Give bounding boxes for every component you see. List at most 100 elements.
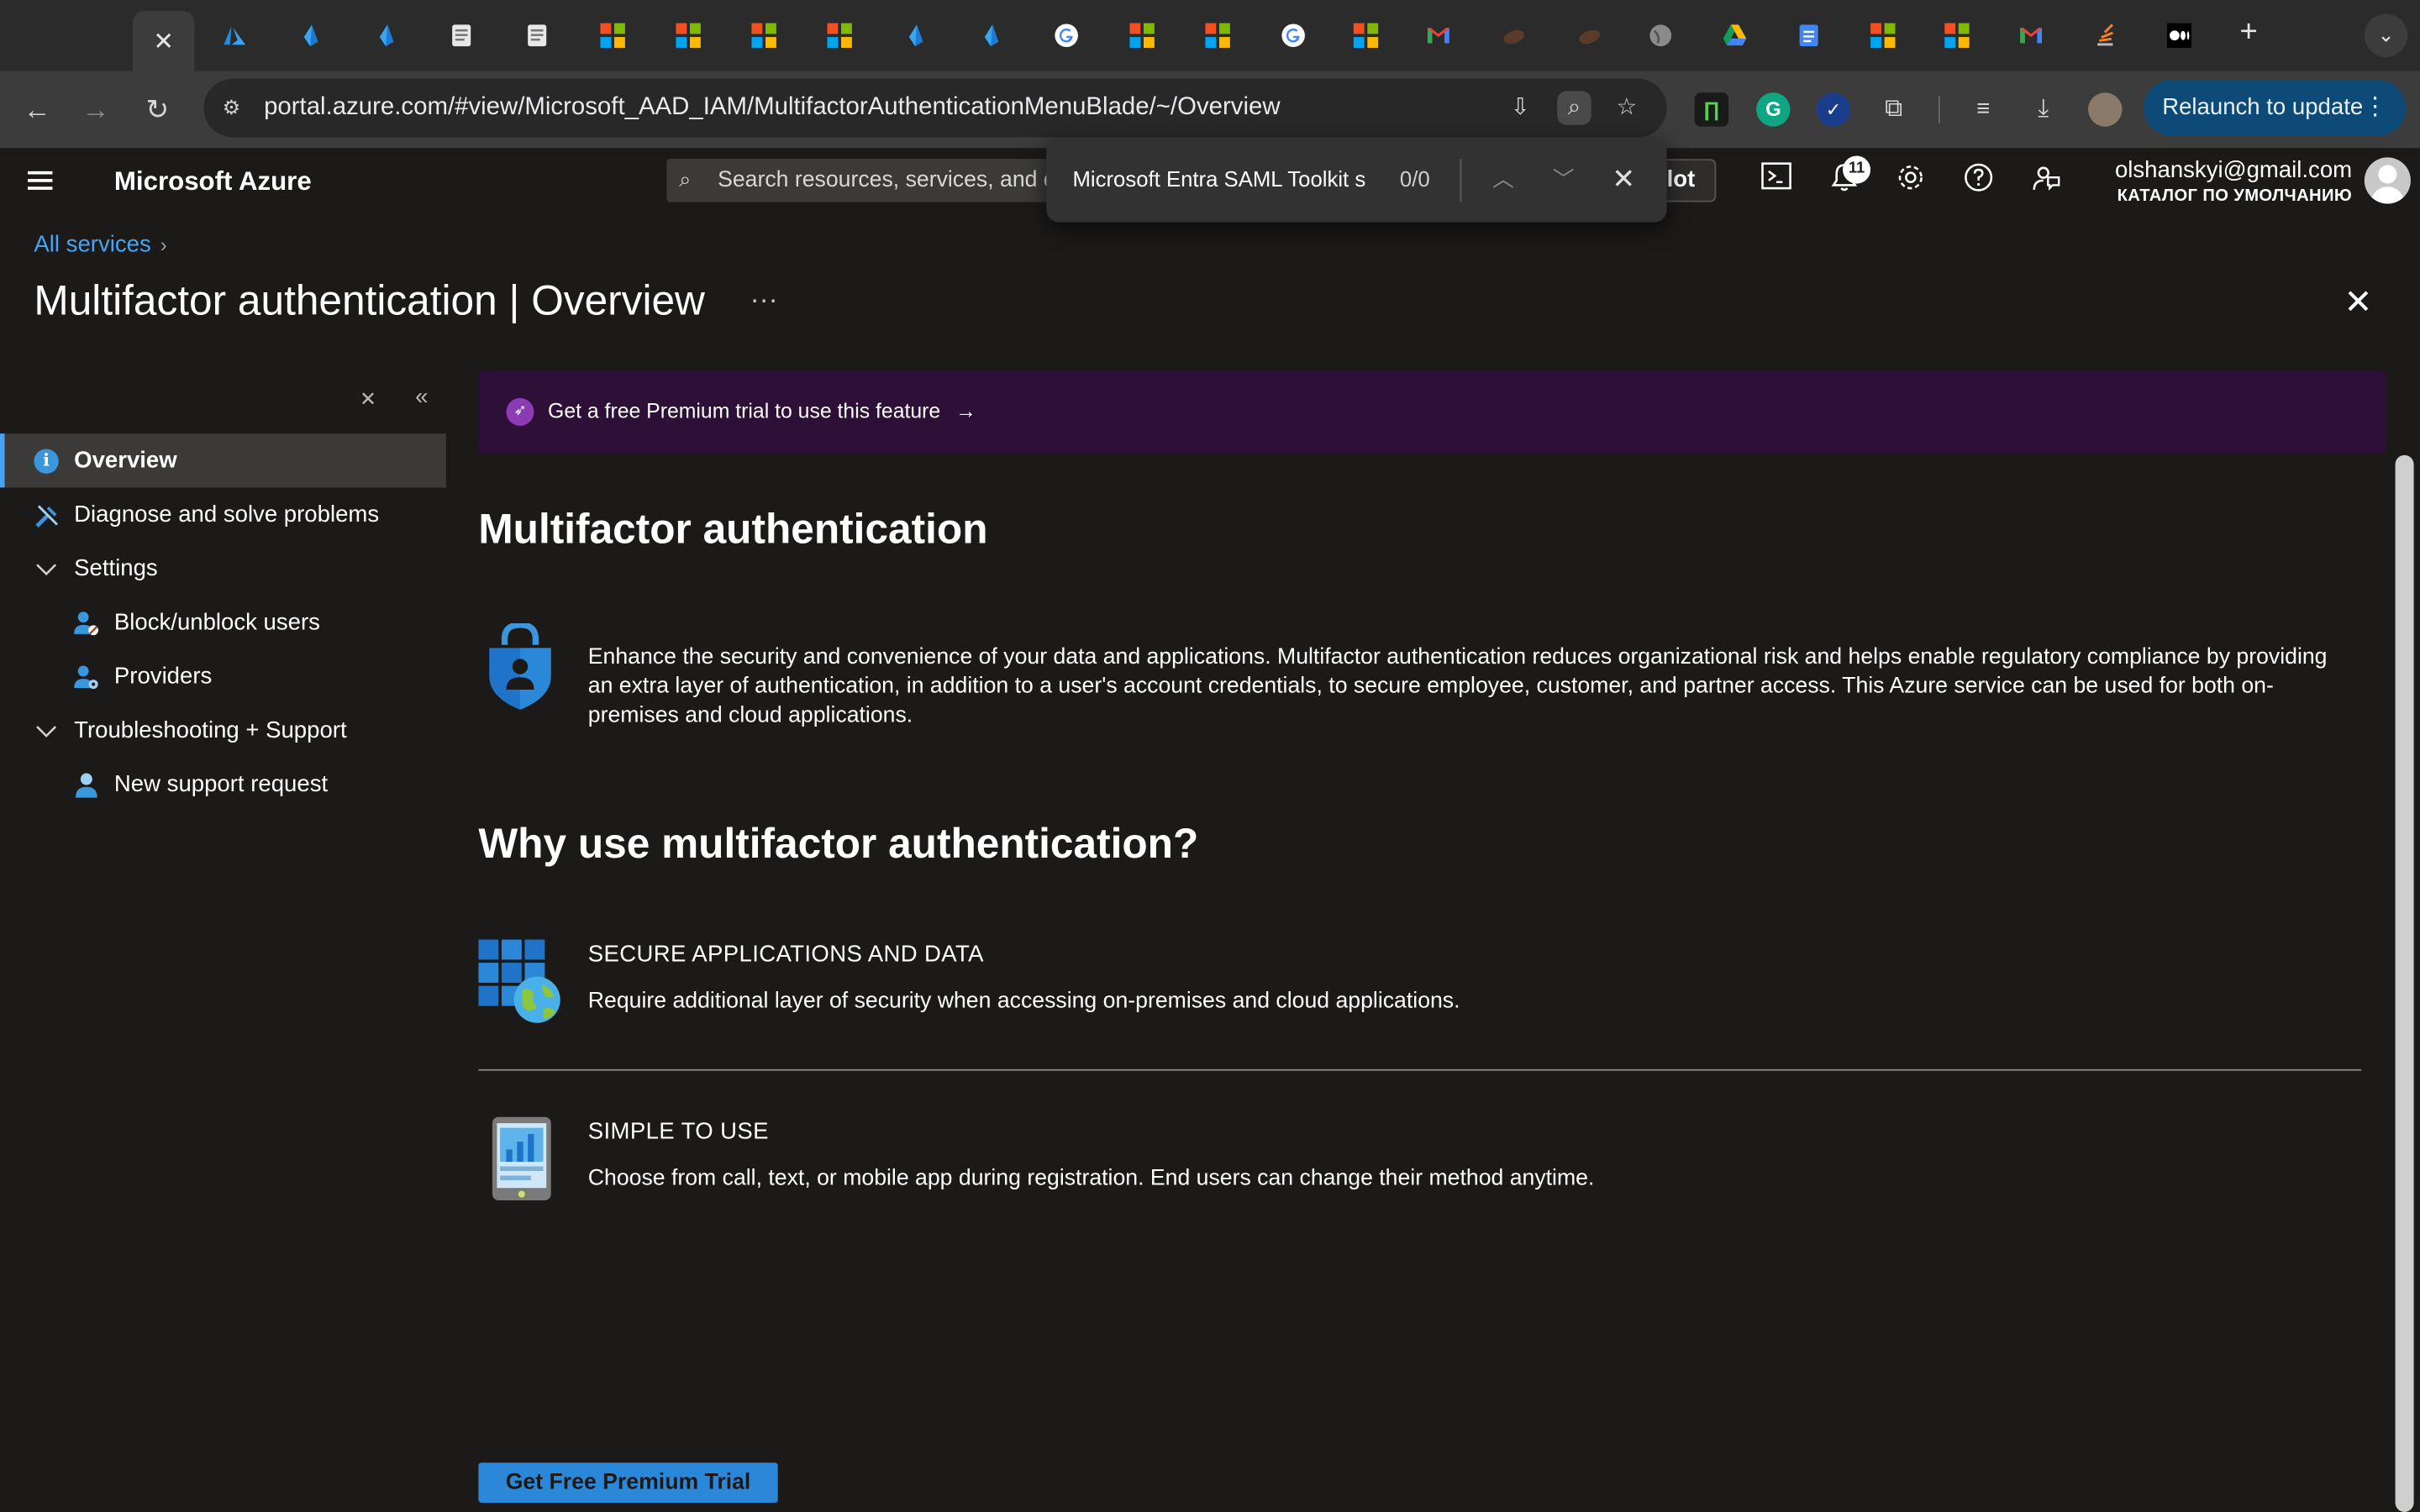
tab-docs-1[interactable] xyxy=(430,11,492,60)
find-input[interactable]: Microsoft Entra SAML Toolkit s xyxy=(1073,166,1381,191)
account-email[interactable]: olshanskyi@gmail.com xyxy=(2115,157,2352,183)
tab-stackoverflow[interactable] xyxy=(2075,11,2136,60)
close-blade-icon[interactable]: ✕ xyxy=(2339,283,2376,321)
sidebar-item-label: Providers xyxy=(113,663,213,690)
tab-microsoft-5[interactable] xyxy=(1111,11,1172,60)
tab-entra-2[interactable] xyxy=(355,11,416,60)
feedback-icon[interactable] xyxy=(2028,162,2065,199)
tab-extension-2[interactable] xyxy=(1559,11,1620,60)
help-icon[interactable] xyxy=(1960,162,1997,199)
chevron-down-icon[interactable] xyxy=(33,717,60,745)
find-previous-icon[interactable]: ︿ xyxy=(1485,160,1522,197)
tab-drive[interactable] xyxy=(1704,11,1765,60)
tab-entra-4[interactable] xyxy=(960,11,1021,60)
tab-entra-3[interactable] xyxy=(884,11,945,60)
apps-globe-icon xyxy=(478,939,560,1023)
profile-avatar-icon[interactable] xyxy=(2088,92,2123,127)
banner-text: Get a free Premium trial to use this fea… xyxy=(548,399,941,423)
more-actions-icon[interactable]: ··· xyxy=(750,284,778,317)
tab-google-1[interactable] xyxy=(1035,11,1097,60)
tab-google-2[interactable] xyxy=(1262,11,1323,60)
collapse-menu-icon[interactable]: « xyxy=(415,384,428,410)
tab-azure[interactable] xyxy=(203,11,265,60)
feature-description: Require additional layer of security whe… xyxy=(587,989,1460,1014)
sidebar-item-overview[interactable]: i Overview xyxy=(0,433,446,488)
tab-search-button[interactable]: ⌄ xyxy=(2364,13,2408,57)
close-tab-icon[interactable]: ✕ xyxy=(153,25,174,56)
portal-menu-icon[interactable] xyxy=(28,171,53,190)
medium-logo-icon xyxy=(2166,23,2192,48)
clear-filter-icon[interactable]: ✕ xyxy=(360,387,376,412)
grammarly-icon[interactable]: G xyxy=(1756,92,1791,127)
tab-active[interactable]: ✕ xyxy=(132,10,195,71)
tab-microsoft-9[interactable] xyxy=(1926,11,1987,60)
tab-microsoft-1[interactable] xyxy=(581,11,643,60)
checkmark-extension-icon[interactable]: ✓ xyxy=(1816,92,1851,127)
globe-icon xyxy=(1649,24,1672,47)
tab-microsoft-3[interactable] xyxy=(733,11,794,60)
tab-strip: ✕ + ⌄ xyxy=(0,0,2420,71)
avatar[interactable] xyxy=(2364,157,2411,204)
tab-extension-1[interactable] xyxy=(1483,11,1544,60)
media-queue-icon[interactable]: ≡ xyxy=(1966,92,2000,126)
forward-icon[interactable]: → xyxy=(74,88,117,131)
browser-window: ✕ + ⌄ ← → ↻ ⚙ portal.azure.com/#view/Mic… xyxy=(0,0,2420,1512)
tab-microsoft-6[interactable] xyxy=(1186,11,1248,60)
new-tab-button[interactable]: + xyxy=(2232,15,2265,49)
global-search-input[interactable]: ⌕ Search resources, services, and do xyxy=(666,159,1068,202)
tab-medium[interactable] xyxy=(2149,11,2210,60)
site-info-icon[interactable]: ⚙ xyxy=(216,92,247,123)
blade-menu: i Overview Diagnose and solve problems S… xyxy=(0,433,446,811)
banner-link[interactable]: Get a free Premium trial to use this fea… xyxy=(548,400,976,423)
cloud-shell-icon[interactable] xyxy=(1758,162,1795,199)
tab-google-docs[interactable] xyxy=(1778,11,1839,60)
sidebar-item-settings[interactable]: Settings xyxy=(0,542,446,596)
find-next-icon[interactable]: ﹀ xyxy=(1545,160,1582,197)
find-close-icon[interactable]: ✕ xyxy=(1605,160,1642,197)
extensions-puzzle-icon[interactable]: ⧉ xyxy=(1876,92,1910,126)
premium-trial-banner[interactable]: ➶ Get a free Premium trial to use this f… xyxy=(478,370,2386,454)
sidebar-item-new-support-request[interactable]: New support request xyxy=(0,758,446,811)
chevron-down-icon[interactable] xyxy=(33,555,60,583)
sidebar-item-troubleshooting[interactable]: Troubleshooting + Support xyxy=(0,704,446,758)
find-match-count: 0/0 xyxy=(1399,166,1430,192)
bookmark-star-icon[interactable]: ☆ xyxy=(1610,91,1644,124)
entra-icon xyxy=(908,24,923,47)
hand-icon xyxy=(1503,29,1525,45)
install-app-icon[interactable]: ⇩ xyxy=(1503,91,1537,124)
find-in-page-icon[interactable]: ⌕ xyxy=(1557,91,1591,125)
tab-microsoft-2[interactable] xyxy=(657,11,718,60)
tab-microsoft-8[interactable] xyxy=(1852,11,1913,60)
tab-gmail-2[interactable] xyxy=(2000,11,2061,60)
extension-green-icon[interactable]: ∏ xyxy=(1694,92,1729,127)
downloads-icon[interactable]: ⤓ xyxy=(2027,92,2060,126)
browser-menu-icon[interactable]: ⋮ xyxy=(2363,81,2387,136)
account-directory[interactable]: КАТАЛОГ ПО УМОЛЧАНИЮ xyxy=(2118,186,2353,205)
reload-icon[interactable]: ↻ xyxy=(136,88,179,131)
breadcrumb-all-services[interactable]: All services xyxy=(34,232,150,258)
gmail-icon xyxy=(2020,28,2042,44)
tab-microsoft-7[interactable] xyxy=(1335,11,1397,60)
tab-microsoft-4[interactable] xyxy=(808,11,870,60)
microsoft-logo-icon xyxy=(827,23,852,48)
sidebar-item-label: Block/unblock users xyxy=(113,609,320,636)
tab-entra-1[interactable] xyxy=(279,11,340,60)
feature-title: SECURE APPLICATIONS AND DATA xyxy=(587,941,984,968)
sidebar-item-diagnose[interactable]: Diagnose and solve problems xyxy=(0,487,446,541)
address-url[interactable]: portal.azure.com/#view/Microsoft_AAD_IAM… xyxy=(264,94,1280,122)
tab-gmail-1[interactable] xyxy=(1407,11,1469,60)
azure-brand[interactable]: Microsoft Azure xyxy=(114,166,312,197)
relaunch-button[interactable]: Relaunch to update ⋮ xyxy=(2144,80,2407,136)
tab-docs-2[interactable] xyxy=(506,11,567,60)
tab-globe[interactable] xyxy=(1630,11,1691,60)
content-heading: Multifactor authentication xyxy=(478,506,988,553)
address-bar[interactable]: ⚙ portal.azure.com/#view/Microsoft_AAD_I… xyxy=(203,78,1667,138)
sidebar-item-block-unblock-users[interactable]: Block/unblock users xyxy=(0,596,446,649)
sidebar-item-label: Settings xyxy=(74,555,158,582)
scrollbar[interactable] xyxy=(2395,454,2414,1512)
sidebar-item-providers[interactable]: Providers xyxy=(0,649,446,703)
page-title-main: Multifactor authentication xyxy=(34,277,497,324)
back-icon[interactable]: ← xyxy=(15,88,58,131)
get-free-premium-trial-button[interactable]: Get Free Premium Trial xyxy=(478,1462,778,1503)
settings-gear-icon[interactable] xyxy=(1892,162,1929,199)
